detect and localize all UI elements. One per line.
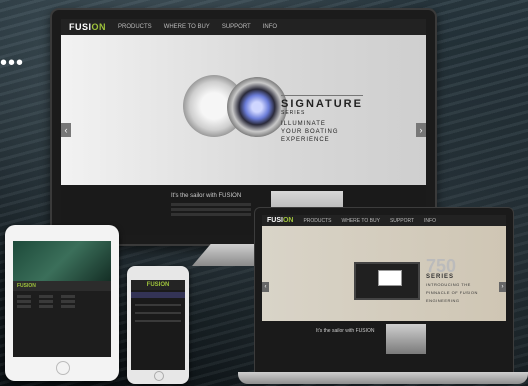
nav-item-support[interactable]: SUPPORT <box>222 24 251 30</box>
series-intro-2: PINNACLE OF FUSION <box>426 290 478 295</box>
tablet-menu-bar: FUSION <box>13 281 111 291</box>
phone-screen: FUSION <box>131 280 185 370</box>
hero-title: SIGNATURE <box>281 95 363 110</box>
nav-item-products[interactable]: PRODUCTS <box>303 218 331 224</box>
hero-tagline-1: ILLUMINATE <box>281 121 326 127</box>
phone-row <box>135 320 181 322</box>
more-dots-icon[interactable]: ••• <box>0 53 24 73</box>
carousel-prev-button[interactable]: ‹ <box>61 123 71 137</box>
nav-item-support[interactable]: SUPPORT <box>390 218 414 224</box>
series-intro-1: INTRODUCING THE <box>426 282 471 287</box>
tablet-device: FUSION <box>5 225 119 381</box>
phone-logo[interactable]: FUSION <box>131 280 185 290</box>
laptop-base <box>238 372 528 384</box>
series-750-text: 750 SERIES INTRODUCING THE PINNACLE OF F… <box>426 256 478 304</box>
lower-text-lines <box>171 203 251 206</box>
tablet-logo[interactable]: FUSION <box>17 283 36 289</box>
monitor-logo[interactable]: FUSION <box>69 22 106 32</box>
nav-item-products[interactable]: PRODUCTS <box>118 24 152 30</box>
laptop-device: FUSION PRODUCTS WHERE TO BUY SUPPORT INF… <box>254 207 514 374</box>
nav-item-where-to-buy[interactable]: WHERE TO BUY <box>342 218 380 224</box>
hero-subtitle: SERIES <box>281 110 306 116</box>
laptop-logo[interactable]: FUSION <box>267 217 293 224</box>
phone-home-button[interactable] <box>154 371 164 381</box>
series-intro-3: ENGINEERING <box>426 298 460 303</box>
laptop-hero-banner: 750 SERIES INTRODUCING THE PINNACLE OF F… <box>262 226 506 321</box>
monitor-hero-banner: SIGNATURE SERIES ILLUMINATE YOUR BOATING… <box>61 35 426 185</box>
carousel-next-button[interactable]: › <box>416 123 426 137</box>
laptop-top-nav: FUSION PRODUCTS WHERE TO BUY SUPPORT INF… <box>262 215 506 226</box>
tablet-home-button[interactable] <box>56 361 70 375</box>
laptop-lower-caption: It's the sailor with FUSION <box>316 328 375 334</box>
illuminated-speaker-image <box>227 77 287 137</box>
tablet-hero-image <box>13 241 111 281</box>
laptop-carousel-next-button[interactable]: › <box>499 282 506 292</box>
laptop-lower-section: It's the sailor with FUSION <box>262 321 506 366</box>
nav-item-where-to-buy[interactable]: WHERE TO BUY <box>164 24 210 30</box>
signature-series-text: SIGNATURE SERIES ILLUMINATE YOUR BOATING… <box>281 95 363 144</box>
phone-device: FUSION <box>127 266 189 384</box>
series-number: 750 <box>426 256 457 276</box>
tablet-content-columns <box>13 291 111 302</box>
nav-item-info[interactable]: INFO <box>263 24 277 30</box>
nav-item-info[interactable]: INFO <box>424 218 436 224</box>
phone-banner <box>131 292 185 298</box>
phone-row <box>135 312 181 314</box>
series-label: SERIES <box>426 274 455 280</box>
hero-tagline-2: YOUR BOATING <box>281 129 339 135</box>
laptop-carousel-prev-button[interactable]: ‹ <box>262 282 269 292</box>
lower-caption: It's the sailor with FUSION <box>171 193 242 199</box>
monitor-top-nav: FUSION PRODUCTS WHERE TO BUY SUPPORT INF… <box>61 19 426 35</box>
hero-tagline-3: EXPERIENCE <box>281 137 330 143</box>
monitor-screen: FUSION PRODUCTS WHERE TO BUY SUPPORT INF… <box>61 19 426 235</box>
laptop-screen: FUSION PRODUCTS WHERE TO BUY SUPPORT INF… <box>262 215 506 366</box>
stereo-unit-image <box>354 262 420 300</box>
tablet-screen: FUSION <box>13 241 111 357</box>
phone-row <box>135 304 181 306</box>
laptop-building-thumbnail[interactable] <box>386 324 426 354</box>
